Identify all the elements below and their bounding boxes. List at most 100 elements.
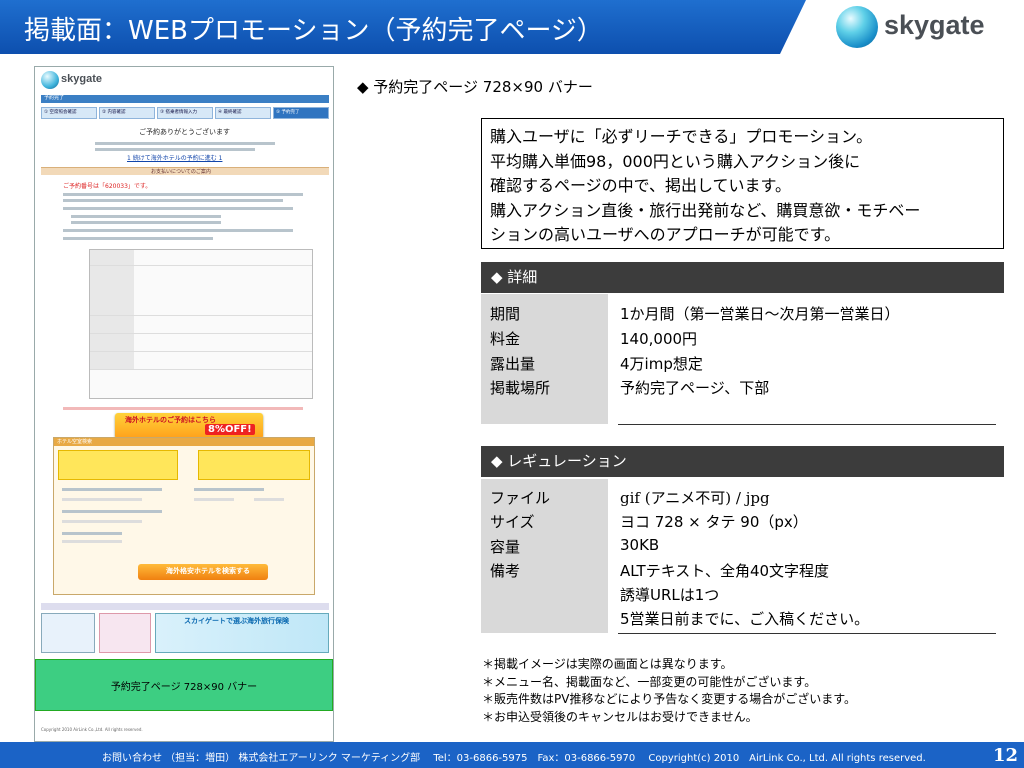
mock-select[interactable]: [62, 498, 142, 501]
mock-pay-row: [90, 316, 312, 334]
mock-banner-slot-label: 予約完了ページ 728×90 バナー: [110, 681, 258, 693]
mock-select[interactable]: [62, 520, 142, 523]
mock-bar-label: 予約完了: [44, 95, 65, 101]
mock-ad-small[interactable]: [41, 613, 95, 653]
intro-line: 購入アクション直後・旅行出発前など、購買意欲・モチベー: [490, 200, 921, 220]
regulation-value: ヨコ 728 × タテ 90（px）: [620, 513, 808, 531]
mock-select[interactable]: [62, 540, 122, 543]
mock-pay-label: [90, 266, 134, 315]
mock-text-line: [62, 532, 122, 535]
intro-line: 確認するページの中で、掲出しています。: [490, 176, 791, 195]
mock-pay-label: [90, 334, 134, 351]
mock-text-line: [63, 237, 213, 240]
mock-search-promo: [58, 450, 178, 480]
mock-search-button-label: 海外格安ホテルを検索する: [166, 567, 250, 575]
slide: 掲載面：WEBプロモーション（予約完了ページ） skygate skygate …: [0, 0, 1024, 768]
regulation-label: 備考: [490, 562, 521, 580]
section-title: ◆ 予約完了ページ 728×90 バナー: [357, 78, 593, 96]
regulation-value: ALTテキスト、全角40文字程度: [620, 562, 830, 580]
mock-step-1: ① 空席照会確認: [41, 107, 97, 119]
regulation-value: 誘導URLは1つ: [620, 586, 720, 604]
mock-hotel-link[interactable]: 1 続けて海外ホテルの予約に進む 1: [127, 153, 222, 162]
regulation-label: 容量: [490, 538, 521, 556]
mock-ad-bar: [41, 603, 329, 610]
mock-search-button[interactable]: 海外格安ホテルを検索する: [138, 564, 268, 580]
regulation-label: サイズ: [490, 513, 535, 531]
mock-insurance-ad-title: スカイゲートで選ぶ海外旅行保険: [184, 617, 289, 625]
mock-text-line: [194, 488, 264, 491]
page-mockup: skygate 予約完了 ① 空席照会確認 ② 内容確認 ③ 搭乗者情報入力 ④…: [34, 66, 334, 742]
mock-search-header: ホテル空室検索: [54, 438, 314, 446]
intro-box: 購入ユーザに「必ずリーチできる」プロモーション。 平均購入単価98，000円とい…: [481, 118, 1004, 249]
mock-ad-small[interactable]: [99, 613, 151, 653]
mock-steps: ① 空席照会確認 ② 内容確認 ③ 搭乗者情報入力 ④ 最終確認 ⑤ 予約完了: [41, 107, 329, 119]
mock-pay-row: [90, 266, 312, 316]
mock-pay-label: [90, 316, 134, 333]
mock-step-4: ④ 最終確認: [215, 107, 271, 119]
details-value: 4万imp想定: [620, 355, 703, 373]
mock-text-line: [63, 207, 293, 210]
mock-thanks: ご予約ありがとうございます: [139, 128, 230, 136]
slide-title: 掲載面：WEBプロモーション（予約完了ページ）: [24, 16, 603, 46]
regulation-value: 30KB: [620, 536, 660, 554]
regulation-value: 5営業日前までに、ご入稿ください。: [620, 610, 870, 628]
mock-logo-text: skygate: [61, 73, 102, 85]
details-label: 掲載場所: [490, 379, 551, 397]
footer-bar: お問い合わせ （担当：増田） 株式会社エアーリンク マーケティング部 Tel：0…: [0, 742, 1024, 768]
regulation-value: gif (アニメ不可) / jpg: [620, 489, 770, 507]
mock-text-line: [63, 199, 283, 202]
mock-header-bar: 予約完了: [41, 95, 329, 103]
mock-text-line: [62, 488, 162, 491]
intro-line: 購入ユーザに「必ずリーチできる」プロモーション。: [490, 127, 873, 146]
intro-line: 平均購入単価98，000円という購入アクション後に: [490, 151, 861, 171]
mock-hotel-discount: 8%OFF!: [205, 424, 255, 435]
mock-reservation-number: ご予約番号は「620033」です。: [63, 183, 152, 190]
mock-banner-slot[interactable]: 予約完了ページ 728×90 バナー: [35, 659, 333, 711]
regulation-divider: [618, 633, 996, 634]
mock-payment-table: [89, 249, 313, 399]
mock-step-2: ② 内容確認: [99, 107, 155, 119]
mock-hotel-banner-text: 海外ホテルのご予約はこちら: [125, 416, 216, 424]
mock-footer: Copyright 2010 AirLink Co.,Ltd. All righ…: [41, 727, 143, 732]
mock-select[interactable]: [194, 498, 234, 501]
mock-payment-label: お支払いについてのご案内: [151, 169, 211, 175]
mock-text-line: [95, 148, 255, 151]
mock-pay-row: [90, 250, 312, 266]
mock-search-promo: [198, 450, 310, 480]
skygate-logo-text: skygate: [884, 10, 985, 40]
details-divider: [618, 424, 996, 425]
mock-pay-row: [90, 334, 312, 352]
page-number: 12: [993, 745, 1019, 766]
regulation-header: ◆ レギュレーション: [481, 446, 1004, 477]
note-line: ＊お申込受領後のキャンセルはお受けできません。: [482, 709, 758, 724]
footer-contact: お問い合わせ （担当：増田） 株式会社エアーリンク マーケティング部 Tel：0…: [102, 753, 926, 764]
mock-text-line: [62, 510, 162, 513]
mock-select[interactable]: [254, 498, 284, 501]
mock-payment-bar: お支払いについてのご案内: [41, 167, 329, 175]
mock-text-line: [71, 215, 221, 218]
mock-step-5: ⑤ 予約完了: [273, 107, 329, 119]
details-value: 1か月間（第一営業日～次月第一営業日）: [620, 305, 900, 323]
note-line: ＊掲載イメージは実際の画面とは異なります。: [482, 657, 733, 671]
mock-ad-area: スカイゲートで選ぶ海外旅行保険: [41, 613, 329, 657]
mock-hotel-search: ホテル空室検索 海外格安ホテルを検索する: [53, 437, 315, 595]
details-label: 料金: [490, 330, 521, 348]
details-header: ◆ 詳細: [481, 262, 1004, 293]
details-label: 露出量: [490, 355, 536, 373]
mock-insurance-ad[interactable]: スカイゲートで選ぶ海外旅行保険: [155, 613, 329, 653]
mock-step-3: ③ 搭乗者情報入力: [157, 107, 213, 119]
mock-pay-label: [90, 352, 134, 369]
mock-hotel-banner[interactable]: 海外ホテルのご予約はこちら 8%OFF!: [115, 413, 263, 439]
mock-pay-label: [90, 250, 134, 265]
details-value: 140,000円: [620, 330, 698, 348]
skygate-logo-icon: [836, 6, 878, 48]
mock-pay-row: [90, 352, 312, 370]
mock-text-line: [63, 193, 303, 196]
note-line: ＊販売件数はPV推移などにより予告なく変更する場合がございます。: [482, 692, 857, 706]
note-line: ＊メニュー名、掲載面など、一部変更の可能性がございます。: [482, 674, 817, 689]
mock-text-line: [63, 229, 293, 232]
mock-logo-icon: [41, 71, 59, 89]
mock-search-header-label: ホテル空室検索: [57, 439, 93, 445]
regulation-label: ファイル: [490, 489, 551, 507]
mock-text-line: [95, 142, 275, 145]
